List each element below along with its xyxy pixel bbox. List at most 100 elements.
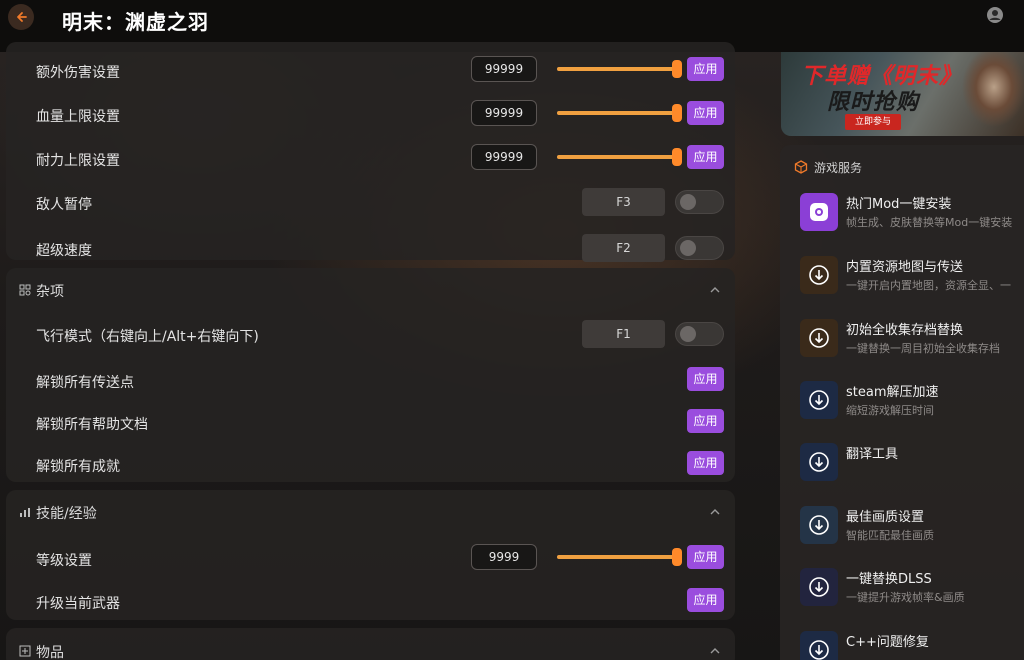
- side-panel: 下单赠《明末》 限时抢购 立即参与 游戏服务 热门Mod一键安装 帧生成、皮肤替…: [780, 52, 1024, 660]
- game-services: 游戏服务 热门Mod一键安装 帧生成、皮肤替换等Mod一键安装 内置资源地图与传…: [780, 145, 1024, 660]
- mod-icon: [810, 203, 828, 221]
- section-header[interactable]: 技能/经验: [6, 490, 735, 534]
- service-thumb: [800, 256, 838, 294]
- slider-fill: [557, 67, 677, 71]
- value-slider[interactable]: [557, 60, 682, 78]
- service-name: 最佳画质设置: [846, 510, 925, 525]
- box-plus-icon: [19, 645, 31, 657]
- service-name: 一键替换DLSS: [846, 572, 932, 587]
- service-thumb: [800, 631, 838, 660]
- row-label: 超级速度: [36, 243, 92, 259]
- download-icon: [809, 577, 829, 597]
- chevron-up-icon[interactable]: [709, 645, 721, 657]
- value-slider[interactable]: [557, 148, 682, 166]
- row-label: 耐力上限设置: [36, 153, 120, 169]
- toggle-knob: [680, 326, 696, 342]
- toggle-knob: [680, 240, 696, 256]
- apply-button[interactable]: 应用: [687, 545, 724, 569]
- chevron-up-icon[interactable]: [709, 284, 721, 296]
- slider-knob[interactable]: [672, 60, 682, 78]
- row-fly-mode: 飞行模式（右键向上/Alt+右键向下) F1: [6, 316, 735, 356]
- row-label: 升级当前武器: [36, 596, 120, 612]
- service-desc: 缩短游戏解压时间: [846, 404, 934, 417]
- hotkey-button[interactable]: F2: [582, 234, 665, 262]
- slider-knob[interactable]: [672, 548, 682, 566]
- service-name: steam解压加速: [846, 385, 939, 400]
- value-slider[interactable]: [557, 104, 682, 122]
- row-extra-damage: 额外伤害设置 99999 应用: [6, 52, 735, 92]
- row-max-stamina: 耐力上限设置 99999 应用: [6, 140, 735, 180]
- service-item-mod-install[interactable]: 热门Mod一键安装 帧生成、皮肤替换等Mod一键安装: [800, 191, 1024, 245]
- row-label: 等级设置: [36, 553, 92, 569]
- services-title: 游戏服务: [814, 161, 863, 175]
- service-desc: 一键替换一周目初始全收集存档: [846, 342, 1000, 355]
- service-thumb: [800, 319, 838, 357]
- download-icon: [809, 265, 829, 285]
- row-label: 解锁所有帮助文档: [36, 417, 148, 433]
- section-skills: 技能/经验 等级设置 9999 应用 升级当前武器 应用: [6, 490, 735, 620]
- value-input[interactable]: 99999: [471, 100, 537, 126]
- section-misc: 杂项 飞行模式（右键向上/Alt+右键向下) F1 解锁所有传送点 应用 解锁所…: [6, 268, 735, 482]
- service-name: C++问题修复: [846, 635, 929, 650]
- apply-button[interactable]: 应用: [687, 57, 724, 81]
- value-input[interactable]: 99999: [471, 144, 537, 170]
- apply-button[interactable]: 应用: [687, 588, 724, 612]
- cube-icon: [794, 160, 808, 174]
- promo-banner[interactable]: 下单赠《明末》 限时抢购 立即参与: [781, 52, 1024, 136]
- back-button[interactable]: [8, 4, 34, 30]
- download-icon: [809, 328, 829, 348]
- cheat-panel: 额外伤害设置 99999 应用 血量上限设置 99999 应用 耐力上限设置 9…: [6, 42, 736, 660]
- service-item-save-replace[interactable]: 初始全收集存档替换 一键替换一周目初始全收集存档: [800, 317, 1024, 371]
- user-icon[interactable]: [986, 6, 1004, 24]
- service-item-cpp-fix[interactable]: C++问题修复: [800, 629, 1024, 660]
- apply-button[interactable]: 应用: [687, 145, 724, 169]
- service-item-steam-unpack[interactable]: steam解压加速 缩短游戏解压时间: [800, 379, 1024, 433]
- toggle-switch[interactable]: [675, 322, 724, 346]
- service-thumb: [800, 443, 838, 481]
- slider-fill: [557, 555, 677, 559]
- row-unlock-help-docs: 解锁所有帮助文档 应用: [6, 404, 735, 444]
- row-freeze-enemies: 敌人暂停 F3: [6, 184, 735, 224]
- service-desc: 智能匹配最佳画质: [846, 529, 934, 542]
- bar-chart-icon: [20, 508, 30, 517]
- section-header[interactable]: 物品: [6, 628, 735, 660]
- grid-icon: [19, 284, 31, 296]
- value-input[interactable]: 9999: [471, 544, 537, 570]
- row-label: 额外伤害设置: [36, 65, 120, 81]
- row-max-hp: 血量上限设置 99999 应用: [6, 96, 735, 136]
- service-item-best-graphics[interactable]: 最佳画质设置 智能匹配最佳画质: [800, 504, 1024, 558]
- apply-button[interactable]: 应用: [687, 367, 724, 391]
- apply-button[interactable]: 应用: [687, 451, 724, 475]
- slider-knob[interactable]: [672, 104, 682, 122]
- download-icon: [809, 640, 829, 660]
- apply-button[interactable]: 应用: [687, 101, 724, 125]
- download-icon: [809, 452, 829, 472]
- service-name: 热门Mod一键安装: [846, 197, 952, 212]
- service-item-dlss-replace[interactable]: 一键替换DLSS 一键提升游戏帧率&画质: [800, 566, 1024, 620]
- service-item-map-teleport[interactable]: 内置资源地图与传送 一键开启内置地图，资源全显、一: [800, 254, 1024, 308]
- row-level-setting: 等级设置 9999 应用: [6, 540, 735, 580]
- row-unlock-teleports: 解锁所有传送点 应用: [6, 362, 735, 402]
- hotkey-button[interactable]: F3: [582, 188, 665, 216]
- service-item-translate[interactable]: 翻译工具: [800, 441, 1024, 495]
- service-thumb: [800, 381, 838, 419]
- section-title: 技能/经验: [36, 506, 97, 522]
- service-desc: 一键提升游戏帧率&画质: [846, 591, 965, 604]
- apply-button[interactable]: 应用: [687, 409, 724, 433]
- row-label: 解锁所有传送点: [36, 375, 134, 391]
- chevron-up-icon[interactable]: [709, 506, 721, 518]
- row-upgrade-weapon: 升级当前武器 应用: [6, 583, 735, 623]
- back-arrow-icon: [17, 12, 27, 22]
- toggle-switch[interactable]: [675, 190, 724, 214]
- banner-join-button[interactable]: 立即参与: [845, 114, 901, 130]
- hotkey-button[interactable]: F1: [582, 320, 665, 348]
- section-title: 物品: [36, 645, 64, 660]
- value-input[interactable]: 99999: [471, 56, 537, 82]
- toggle-switch[interactable]: [675, 236, 724, 260]
- value-slider[interactable]: [557, 548, 682, 566]
- slider-knob[interactable]: [672, 148, 682, 166]
- row-label: 敌人暂停: [36, 197, 92, 213]
- row-super-speed: 超级速度 F2: [6, 230, 735, 270]
- row-label: 解锁所有成就: [36, 459, 120, 475]
- section-header[interactable]: 杂项: [6, 268, 735, 312]
